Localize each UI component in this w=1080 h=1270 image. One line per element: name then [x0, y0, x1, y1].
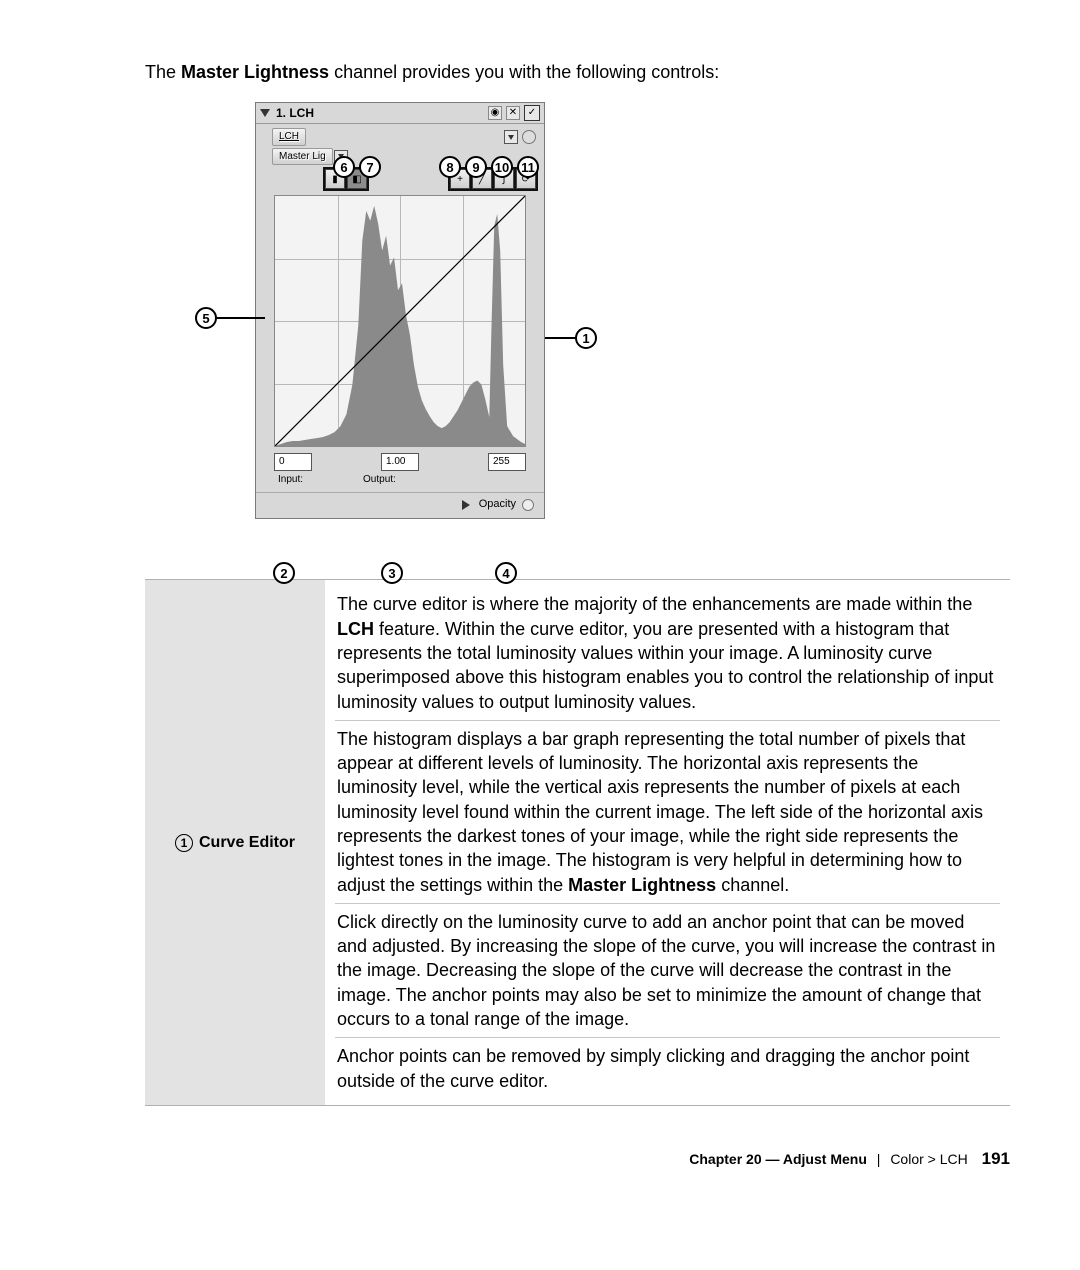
row-body: The curve editor is where the majority o…: [325, 580, 1010, 1105]
intro-text: The Master Lightness channel provides yo…: [145, 60, 1010, 84]
footer-page: 191: [982, 1149, 1010, 1168]
p2: The histogram displays a bar graph repre…: [335, 721, 1000, 904]
intro-prefix: The: [145, 62, 181, 82]
input-label: Input:: [278, 473, 303, 487]
io-row: Input: Output:: [256, 473, 544, 493]
output-label: Output:: [363, 473, 396, 487]
page-footer: Chapter 20 — Adjust Menu | Color > LCH 1…: [145, 1148, 1010, 1171]
callout-1: 1: [575, 327, 597, 349]
intro-suffix: channel provides you with the following …: [329, 62, 719, 82]
curve-editor[interactable]: [274, 195, 526, 447]
dropdown-arrow-icon[interactable]: [504, 130, 518, 144]
footer-sep: |: [877, 1151, 881, 1167]
white-point-input[interactable]: 255: [488, 453, 526, 471]
p4: Anchor points can be removed by simply c…: [335, 1038, 1000, 1099]
footer-chapter: Chapter 20 — Adjust Menu: [689, 1151, 867, 1167]
lch-panel-figure: 1. LCH ◉ ✕ ✓ LCH Master Lig ▮ ◧ + ╱ ∫ ⟳: [195, 102, 575, 519]
p1a: The curve editor is where the majority o…: [337, 594, 972, 614]
p2a: The histogram displays a bar graph repre…: [337, 729, 983, 895]
p1: The curve editor is where the majority o…: [335, 586, 1000, 720]
footer-breadcrumb: Color > LCH: [890, 1151, 967, 1167]
p2c: channel.: [716, 875, 789, 895]
lch-subrow: LCH: [256, 124, 544, 148]
close-icon[interactable]: ✕: [506, 106, 520, 120]
opacity-label: Opacity: [479, 497, 516, 512]
row-label-text: Curve Editor: [199, 832, 295, 854]
row-label-num: 1: [175, 834, 193, 852]
p2b: Master Lightness: [568, 875, 716, 895]
expand-opacity-icon[interactable]: [462, 500, 470, 510]
opacity-row: Opacity: [256, 492, 544, 518]
channel-select[interactable]: Master Lig: [272, 148, 333, 166]
gamma-input[interactable]: 1.00: [381, 453, 419, 471]
p3: Click directly on the luminosity curve t…: [335, 904, 1000, 1038]
lch-button[interactable]: LCH: [272, 128, 306, 146]
panel-titlebar: 1. LCH ◉ ✕ ✓: [256, 103, 544, 124]
p1b: LCH: [337, 619, 374, 639]
eye-icon[interactable]: ◉: [488, 106, 502, 120]
row-label: 1 Curve Editor: [145, 580, 325, 1105]
value-row: 0 1.00 255: [256, 449, 544, 473]
intro-bold: Master Lightness: [181, 62, 329, 82]
description-table: 1 Curve Editor The curve editor is where…: [145, 579, 1010, 1106]
black-point-input[interactable]: 0: [274, 453, 312, 471]
reset-icon[interactable]: [522, 130, 536, 144]
opacity-handle-icon[interactable]: [522, 499, 534, 511]
apply-icon[interactable]: ✓: [524, 105, 540, 121]
collapse-icon[interactable]: [260, 109, 270, 117]
panel-title: 1. LCH: [276, 105, 314, 121]
p1c: feature. Within the curve editor, you ar…: [337, 619, 993, 712]
callout-5: 5: [195, 307, 217, 329]
